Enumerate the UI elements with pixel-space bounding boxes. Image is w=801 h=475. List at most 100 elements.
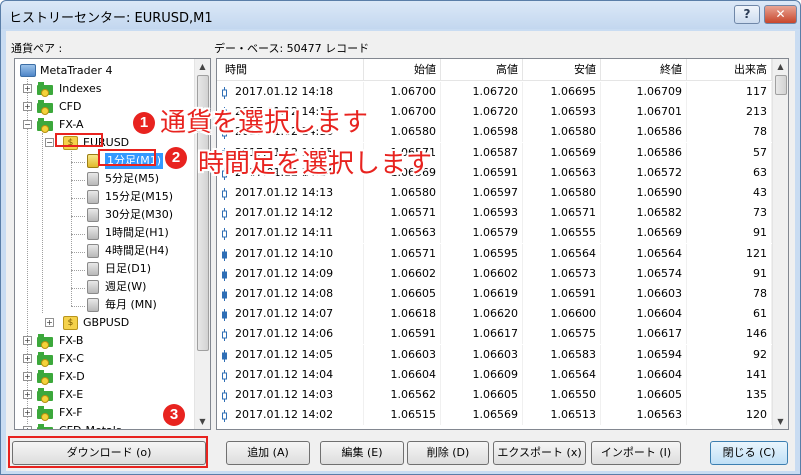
add-button[interactable]: 追加 (A) xyxy=(226,441,310,465)
expand-toggle-icon[interactable]: + xyxy=(23,408,32,417)
table-scrollbar[interactable]: ▲ ▼ xyxy=(772,59,788,429)
tree-item-group[interactable]: CFD-Metals xyxy=(59,423,122,429)
tree-item-timeframe[interactable]: 15分足(M15) xyxy=(105,189,173,205)
value-cell: 1.06603 xyxy=(441,344,523,365)
value-cell: 1.06600 xyxy=(523,304,601,325)
value-cell: 1.06563 xyxy=(601,405,687,426)
tree-item-timeframe[interactable]: 4時間足(H4) xyxy=(105,243,169,259)
value-cell: 73 xyxy=(687,203,772,224)
time-cell: 2017.01.12 14:18 xyxy=(217,82,364,102)
expand-toggle-icon[interactable]: + xyxy=(23,84,32,93)
tree-item-group[interactable]: FX-C xyxy=(59,351,84,367)
table-row[interactable]: 2017.01.12 14:10 1.06571 1.06595 1.06564 1.0… xyxy=(217,243,772,264)
time-cell: 2017.01.12 14:02 xyxy=(217,405,364,426)
tree-item-group[interactable]: FX-B xyxy=(59,333,83,349)
import-button[interactable]: インポート (I) xyxy=(591,441,681,465)
tree-item-timeframe[interactable]: 1時間足(H1) xyxy=(105,225,169,241)
tree-item-metatrader-root[interactable]: MetaTrader 4 xyxy=(40,63,112,79)
tree-item-group[interactable]: FX-E xyxy=(59,387,83,403)
table-row[interactable]: 2017.01.12 14:05 1.06603 1.06603 1.06583 1.0… xyxy=(217,344,772,365)
title-bar[interactable]: ヒストリーセンター: EURUSD,M1 ? ✕ xyxy=(1,1,800,29)
close-button[interactable]: 閉じる (C) xyxy=(710,441,788,465)
column-header[interactable]: 高値 xyxy=(441,59,523,81)
value-cell: 61 xyxy=(687,304,772,325)
column-header[interactable]: 終値 xyxy=(601,59,687,81)
expand-toggle-icon[interactable]: + xyxy=(23,372,32,381)
metatrader-root-icon xyxy=(20,64,36,77)
scroll-down-icon[interactable]: ▼ xyxy=(776,417,785,426)
dialog-client-area: 通貨ペア : デー・ベース: 50477 レコード ▲ ▼ MetaTrader… xyxy=(6,31,795,471)
close-window-button[interactable]: ✕ xyxy=(764,5,797,24)
edit-button[interactable]: 編集 (E) xyxy=(320,441,404,465)
tree-item-timeframe[interactable]: 日足(D1) xyxy=(105,261,151,277)
database-label: デー・ベース: 50477 レコード xyxy=(214,42,370,55)
delete-button[interactable]: 削除 (D) xyxy=(407,441,489,465)
value-cell: 1.06720 xyxy=(441,102,523,123)
expand-toggle-icon[interactable]: + xyxy=(23,336,32,345)
export-button[interactable]: エクスポート (x) xyxy=(493,441,586,465)
column-header[interactable]: 始値 xyxy=(364,59,441,81)
tree-item-timeframe[interactable]: 30分足(M30) xyxy=(105,207,173,223)
tree-item-group[interactable]: Indexes xyxy=(59,81,101,97)
folder-icon xyxy=(37,388,53,403)
help-button[interactable]: ? xyxy=(734,5,760,24)
value-cell: 1.06583 xyxy=(523,344,601,365)
table-row[interactable]: 2017.01.12 14:18 1.06700 1.06720 1.06695 1.0… xyxy=(217,82,772,102)
value-cell: 1.06595 xyxy=(441,243,523,264)
column-header[interactable]: 時間 xyxy=(217,59,364,81)
column-header[interactable]: 安値 xyxy=(523,59,601,81)
expand-toggle-icon[interactable]: + xyxy=(45,318,54,327)
value-cell: 1.06709 xyxy=(601,82,687,102)
tree-item-gbpusd[interactable]: GBPUSD xyxy=(83,315,129,331)
table-scroll-thumb[interactable] xyxy=(775,75,787,95)
value-cell: 1.06580 xyxy=(364,183,441,203)
value-cell: 1.06593 xyxy=(523,102,601,123)
tree-item-timeframe[interactable]: 週足(W) xyxy=(105,279,146,295)
bullish-candle-icon xyxy=(222,328,227,342)
value-cell: 1.06591 xyxy=(441,162,523,183)
table-row[interactable]: 2017.01.12 14:03 1.06562 1.06605 1.06550 1.0… xyxy=(217,385,772,405)
expand-toggle-icon[interactable]: − xyxy=(23,120,32,129)
table-header: 時間 始値 高値 安値 終値 出来高 xyxy=(217,59,772,81)
timeframe-icon xyxy=(87,190,99,204)
table-row[interactable]: 2017.01.12 14:02 1.06515 1.06569 1.06513 1.0… xyxy=(217,405,772,426)
tree-item-group[interactable]: FX-D xyxy=(59,369,85,385)
value-cell: 1.06587 xyxy=(441,142,523,163)
value-cell: 1.06571 xyxy=(364,203,441,224)
currency-pair-icon: $ xyxy=(63,316,78,330)
table-row[interactable]: 2017.01.12 14:11 1.06563 1.06579 1.06555 1.0… xyxy=(217,223,772,244)
time-cell: 2017.01.12 14:12 xyxy=(217,203,364,224)
value-cell: 1.06695 xyxy=(523,82,601,102)
table-row[interactable]: 2017.01.12 14:13 1.06580 1.06597 1.06580 1.0… xyxy=(217,183,772,203)
timeframe-icon xyxy=(87,298,99,312)
tree-item-group[interactable]: CFD xyxy=(59,99,81,115)
scroll-down-icon[interactable]: ▼ xyxy=(198,417,207,426)
table-row[interactable]: 2017.01.12 14:04 1.06604 1.06609 1.06564 1.0… xyxy=(217,364,772,385)
value-cell: 1.06590 xyxy=(601,183,687,203)
table-row[interactable]: 2017.01.12 14:06 1.06591 1.06617 1.06575 1.0… xyxy=(217,324,772,345)
timeframe-icon xyxy=(87,280,99,294)
table-row[interactable]: 2017.01.12 14:12 1.06571 1.06593 1.06571 1.0… xyxy=(217,203,772,224)
scroll-up-icon[interactable]: ▲ xyxy=(776,62,785,71)
tree-item-timeframe[interactable]: 毎月 (MN) xyxy=(105,297,157,313)
timeframe-icon xyxy=(87,226,99,240)
expand-toggle-icon[interactable]: + xyxy=(23,354,32,363)
tree-item-group[interactable]: FX-F xyxy=(59,405,83,421)
expand-toggle-icon[interactable]: + xyxy=(23,426,32,429)
table-row[interactable]: 2017.01.12 14:09 1.06602 1.06602 1.06573 1.0… xyxy=(217,263,772,284)
table-row[interactable]: 2017.01.12 14:07 1.06618 1.06620 1.06600 1.0… xyxy=(217,304,772,325)
scroll-up-icon[interactable]: ▲ xyxy=(198,62,207,71)
bullish-candle-icon xyxy=(222,207,227,221)
tree-item-group[interactable]: FX-A xyxy=(59,117,84,133)
expand-toggle-icon[interactable]: − xyxy=(45,138,54,147)
value-cell: 1.06593 xyxy=(441,203,523,224)
tree-item-timeframe[interactable]: 5分足(M5) xyxy=(105,171,159,187)
column-header[interactable]: 出来高 xyxy=(687,59,772,81)
bullish-candle-icon xyxy=(222,369,227,382)
time-text: 2017.01.12 14:05 xyxy=(235,347,334,361)
table-row[interactable]: 2017.01.12 14:08 1.06605 1.06619 1.06591 1.0… xyxy=(217,284,772,304)
value-cell: 1.06573 xyxy=(523,263,601,284)
expand-toggle-icon[interactable]: + xyxy=(23,102,32,111)
expand-toggle-icon[interactable]: + xyxy=(23,390,32,399)
value-cell: 1.06605 xyxy=(441,385,523,405)
